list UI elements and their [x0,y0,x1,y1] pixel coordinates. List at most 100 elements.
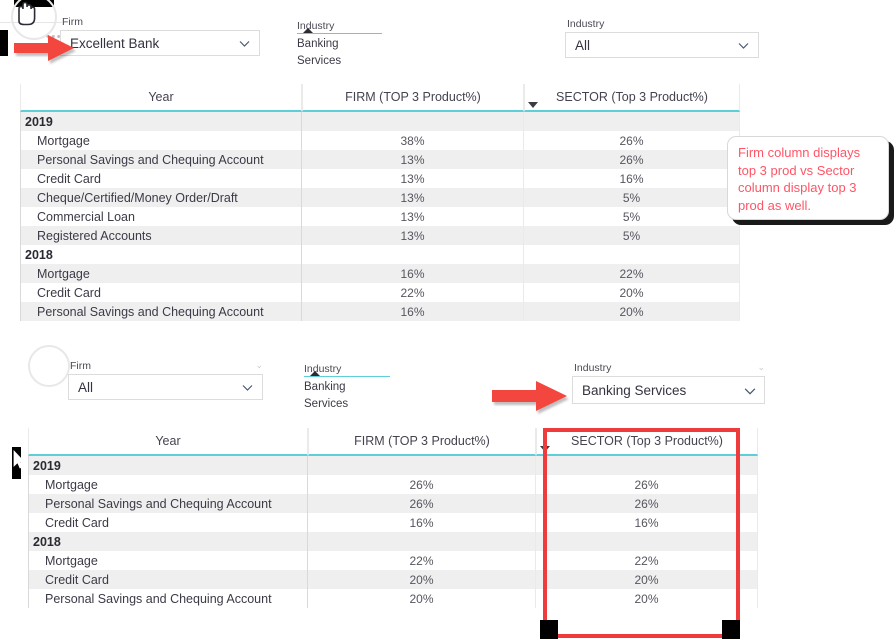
industry-slicer-top[interactable]: Industry Banking Services [297,20,382,70]
top-col-header-sector[interactable]: SECTOR (Top 3 Product%) [524,84,740,112]
firm-dropdown-bottom[interactable]: Firm ⌄ All [68,360,263,400]
sort-descending-icon [528,102,538,108]
row-sector-value: 26% [524,131,740,150]
sector-column-highlight [543,428,740,638]
industry-slicer-top-value[interactable]: Banking Services [297,34,382,70]
firm-dropdown-bottom-labelrow: Firm ⌄ [68,360,263,374]
table-row[interactable]: 2019 [20,112,740,131]
annotation-callout: Firm column displays top 3 prod vs Secto… [727,136,889,220]
cell-text: Mortgage [45,477,98,492]
row-product-label: Commercial Loan [20,207,302,226]
caret-up-icon [310,371,320,376]
row-sector-value: 16% [524,169,740,188]
bottom-col-header-year[interactable]: Year [28,428,308,456]
cell-text: Credit Card [37,171,101,186]
row-group-label: 2019 [20,112,302,131]
cell-text: 2018 [33,534,61,549]
table-row[interactable]: Mortgage 38% 26% [20,131,740,150]
annotation-callout-text: Firm column displays top 3 prod vs Secto… [738,145,861,213]
cell-text: Personal Savings and Chequing Account [37,152,264,167]
row-firm-value: 13% [302,207,524,226]
cell-text: Credit Card [45,572,109,587]
row-sector-value: 20% [524,283,740,302]
cell-text: Credit Card [45,515,109,530]
firm-dropdown-top-box[interactable]: Excellent Bank [60,30,260,56]
row-firm-value [302,112,524,131]
row-firm-value: 16% [308,513,536,532]
row-firm-value: 13% [302,169,524,188]
cell-text: Mortgage [45,553,98,568]
chevron-down-small-icon[interactable]: ⌄ [757,362,765,372]
industry-dropdown-bottom-labelrow: Industry ⌄ [572,362,765,376]
row-firm-value: 38% [302,131,524,150]
industry-slicer-bottom[interactable]: Industry Banking Services [304,363,390,413]
table-row[interactable]: Commercial Loan 13% 5% [20,207,740,226]
caret-up-icon [303,28,313,33]
cell-text: Personal Savings and Chequing Account [45,591,272,606]
cell-text: 2018 [25,247,53,262]
table-row[interactable]: Cheque/Certified/Money Order/Draft 13% 5% [20,188,740,207]
firm-dropdown-top[interactable]: Firm Excellent Bank [60,16,260,56]
cell-text: 2019 [33,458,61,473]
firm-dropdown-bottom-label: Firm [70,360,91,372]
highlight-corner-mark-left [540,620,558,639]
row-firm-value [308,456,536,475]
industry-slicer-bottom-value[interactable]: Banking Services [304,377,390,413]
row-product-label: Credit Card [28,570,308,589]
industry-slicer-bottom-rule [304,371,390,377]
row-firm-value: 13% [302,188,524,207]
row-firm-value: 16% [302,302,524,321]
row-group-label: 2018 [20,245,302,264]
row-firm-value: 20% [308,589,536,608]
table-row[interactable]: 2018 [20,245,740,264]
cell-text: Personal Savings and Chequing Account [37,304,264,319]
table-row[interactable]: Personal Savings and Chequing Account 16%… [20,302,740,321]
row-product-label: Personal Savings and Chequing Account [20,150,302,169]
table-row[interactable]: Mortgage 16% 22% [20,264,740,283]
top-col-header-firm[interactable]: FIRM (TOP 3 Product%) [302,84,524,112]
row-product-label: Personal Savings and Chequing Account [28,494,308,513]
industry-dropdown-bottom-box[interactable]: Banking Services [572,376,765,404]
industry-dropdown-top[interactable]: Industry All [565,18,759,58]
top-col-header-sector-label: SECTOR (Top 3 Product%) [556,90,708,104]
table-row[interactable]: Credit Card 13% 16% [20,169,740,188]
row-product-label: Credit Card [28,513,308,532]
industry-dropdown-bottom[interactable]: Industry ⌄ Banking Services [572,362,765,404]
row-product-label: Personal Savings and Chequing Account [28,589,308,608]
firm-dropdown-bottom-box[interactable]: All [68,374,263,400]
top-table-header-row: Year FIRM (TOP 3 Product%) SECTOR (Top 3… [20,84,740,112]
red-arrow-right-icon-bottom [492,381,567,411]
table-row[interactable]: Registered Accounts 13% 5% [20,226,740,245]
row-sector-value [524,112,740,131]
row-product-label: Credit Card [20,169,302,188]
row-product-label: Cheque/Certified/Money Order/Draft [20,188,302,207]
row-product-label: Credit Card [20,283,302,302]
row-group-label: 2019 [28,456,308,475]
cell-text: Personal Savings and Chequing Account [45,496,272,511]
row-sector-value: 22% [524,264,740,283]
hand-cursor-icon [18,1,36,26]
industry-dropdown-top-label: Industry [567,18,605,30]
row-product-label: Mortgage [28,475,308,494]
cell-text: Mortgage [37,266,90,281]
top-table-body: 2019 Mortgage 38% 26% Personal Savings and C… [20,112,740,321]
highlight-corner-mark-right [722,620,740,639]
top-matrix-table[interactable]: Year FIRM (TOP 3 Product%) SECTOR (Top 3… [20,84,740,321]
row-group-label: 2018 [28,532,308,551]
row-product-label: Mortgage [20,131,302,150]
firm-dropdown-top-value: Excellent Bank [70,35,160,51]
row-firm-value: 22% [302,283,524,302]
table-row[interactable]: Personal Savings and Chequing Account 13%… [20,150,740,169]
chevron-down-small-icon[interactable]: ⌄ [255,360,263,370]
industry-slicer-top-rule [297,28,382,34]
table-row[interactable]: Credit Card 22% 20% [20,283,740,302]
industry-dropdown-top-box[interactable]: All [565,32,759,58]
row-sector-value: 26% [524,150,740,169]
chevron-down-icon [737,39,750,52]
back-circle-icon-bottom [28,345,70,387]
bottom-col-header-firm[interactable]: FIRM (TOP 3 Product%) [308,428,536,456]
row-firm-value [302,245,524,264]
row-firm-value: 26% [308,494,536,513]
row-firm-value: 20% [308,570,536,589]
top-col-header-year[interactable]: Year [20,84,302,112]
